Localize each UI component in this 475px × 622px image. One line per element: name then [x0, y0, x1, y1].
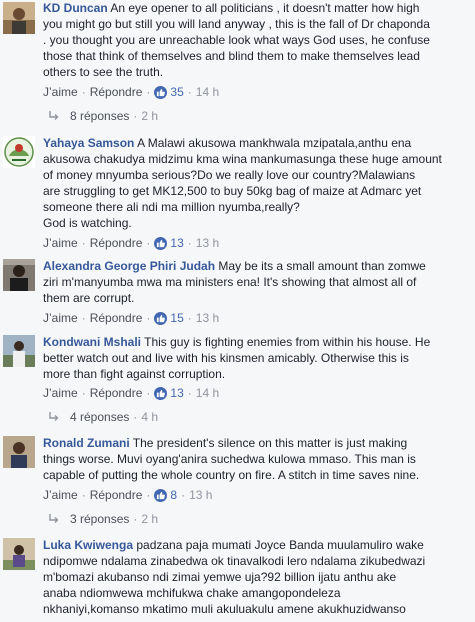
comment-actions: J’aime · Répondre · 13 · 13 h	[43, 235, 219, 251]
avatar[interactable]	[3, 259, 35, 291]
reply-link[interactable]: Répondre	[90, 84, 143, 100]
separator: ·	[81, 386, 86, 400]
like-link[interactable]: J’aime	[43, 310, 78, 326]
comment-text: May be its a small amount than zomwe	[215, 259, 426, 273]
comment-text: ziri m'manyumba mwa ma ministers ena! It…	[43, 275, 417, 289]
comment-text: someone there ali ndi ma million nyumba,…	[43, 200, 300, 214]
reply-link[interactable]: Répondre	[90, 385, 143, 401]
comment-text: those that think of themselves and blind…	[43, 49, 420, 63]
comment-text: The president's silence on this matter i…	[129, 436, 408, 450]
comment-text: padzana paja mumati Joyce Banda muulamul…	[133, 538, 424, 552]
separator: ·	[81, 311, 86, 325]
comment-time[interactable]: 14 h	[196, 385, 219, 401]
comment-author[interactable]: Alexandra George Phiri Judah	[43, 259, 215, 273]
comment-text: A Malawi akusowa mankhwala mzipatala,ant…	[134, 136, 412, 150]
comment-actions: J’aime · Répondre · 35 · 14 h	[43, 84, 219, 100]
comment-text: others to see the truth.	[43, 65, 164, 79]
like-link[interactable]: J’aime	[43, 84, 78, 100]
like-thumb-icon[interactable]	[154, 311, 168, 325]
reply-link[interactable]: Répondre	[90, 235, 143, 251]
comment-time[interactable]: 13 h	[189, 487, 212, 503]
separator: ·	[133, 109, 138, 123]
comment-text: . you thought you are unreachable look w…	[43, 33, 430, 47]
comment-text: An eye opener to all politicians , it do…	[107, 1, 420, 15]
comment-actions: J’aime · Répondre · 8 · 13 h	[43, 487, 212, 503]
comments-feed: KD Duncan An eye opener to all politicia…	[0, 0, 475, 622]
replies-count[interactable]: 4 réponses	[70, 409, 129, 425]
separator: ·	[146, 488, 151, 502]
comment-text: of money mnyumba serious?Do we really lo…	[43, 168, 416, 182]
replies-count[interactable]: 8 réponses	[70, 108, 129, 124]
like-thumb-icon[interactable]	[154, 488, 168, 502]
like-link[interactable]: J’aime	[43, 487, 78, 503]
reply-arrow-icon	[49, 514, 59, 523]
comment-time[interactable]: 14 h	[196, 84, 219, 100]
comment-text: them are corrupt.	[43, 291, 135, 305]
comment-text: God is watching.	[43, 216, 132, 230]
comment-time[interactable]: 13 h	[196, 310, 219, 326]
comment-text: you might go but still you will land any…	[43, 17, 430, 31]
like-count[interactable]: 35	[170, 84, 183, 100]
like-thumb-icon[interactable]	[154, 386, 168, 400]
comment-text: This guy is fighting enemies from within…	[141, 335, 431, 349]
separator: ·	[181, 488, 186, 502]
comment-author[interactable]: Yahaya Samson	[43, 136, 134, 150]
replies-link[interactable]: 3 réponses · 2 h	[48, 511, 158, 527]
comment-text: m'bomazi akubanso ndi zimai yemwe uja?92…	[43, 570, 397, 584]
like-count[interactable]: 13	[170, 385, 183, 401]
comment-author[interactable]: Kondwani Mshali	[43, 335, 141, 349]
replies-link[interactable]: 8 réponses · 2 h	[48, 108, 158, 124]
reply-time[interactable]: 4 h	[141, 409, 158, 425]
like-thumb-icon[interactable]	[154, 236, 168, 250]
separator: ·	[187, 85, 192, 99]
reply-link[interactable]: Répondre	[90, 310, 143, 326]
like-link[interactable]: J’aime	[43, 235, 78, 251]
comment-time[interactable]: 13 h	[196, 235, 219, 251]
reply-time[interactable]: 2 h	[141, 108, 158, 124]
avatar[interactable]	[3, 538, 35, 570]
comment-text: anaba ndiomwewa mchifukwa chake amangopo…	[43, 586, 341, 600]
separator: ·	[81, 488, 86, 502]
like-count[interactable]: 15	[170, 310, 183, 326]
separator: ·	[133, 512, 138, 526]
comment-text: capable of putting the whole country on …	[43, 468, 420, 482]
avatar[interactable]	[3, 436, 35, 468]
separator: ·	[146, 386, 151, 400]
avatar[interactable]	[3, 136, 35, 168]
like-count[interactable]: 13	[170, 235, 183, 251]
separator: ·	[81, 85, 86, 99]
comment-actions: J’aime · Répondre · 13 · 14 h	[43, 385, 219, 401]
like-count[interactable]: 8	[170, 487, 177, 503]
comment-text: are struggling to get MK12,500 to buy 50…	[43, 184, 422, 198]
separator: ·	[187, 236, 192, 250]
separator: ·	[187, 311, 192, 325]
comment-author[interactable]: KD Duncan	[43, 1, 108, 15]
reply-arrow-icon	[49, 412, 59, 421]
like-link[interactable]: J’aime	[43, 385, 78, 401]
reply-arrow-icon	[49, 111, 59, 120]
separator: ·	[146, 85, 151, 99]
avatar[interactable]	[3, 2, 35, 34]
comment-text: nkhaniyi,komanso mkatimo muli akuluakulu…	[43, 602, 406, 616]
comment-actions: J’aime · Répondre · 15 · 13 h	[43, 310, 219, 326]
comment-text: akusowa chakudya midzimu kma wina mankum…	[43, 152, 442, 166]
replies-link[interactable]: 4 réponses · 4 h	[48, 409, 158, 425]
separator: ·	[146, 311, 151, 325]
comment-author[interactable]: Luka Kwiwenga	[43, 538, 133, 552]
separator: ·	[133, 410, 138, 424]
reply-link[interactable]: Répondre	[90, 487, 143, 503]
comment-text: ndipomwe ndalama zinabedwa ok tinavalkod…	[43, 554, 426, 568]
replies-count[interactable]: 3 réponses	[70, 511, 129, 527]
separator: ·	[187, 386, 192, 400]
separator: ·	[81, 236, 86, 250]
separator: ·	[146, 236, 151, 250]
comment-author[interactable]: Ronald Zumani	[43, 436, 130, 450]
comment-text: better watch out and live with his kinsm…	[43, 351, 409, 365]
avatar[interactable]	[3, 335, 35, 367]
comment-text: more than fight against corruption.	[43, 367, 226, 381]
like-thumb-icon[interactable]	[154, 85, 168, 99]
reply-time[interactable]: 2 h	[141, 511, 158, 527]
comment-text: things worse. Muvi oyang'anira suchedwa …	[43, 452, 416, 466]
